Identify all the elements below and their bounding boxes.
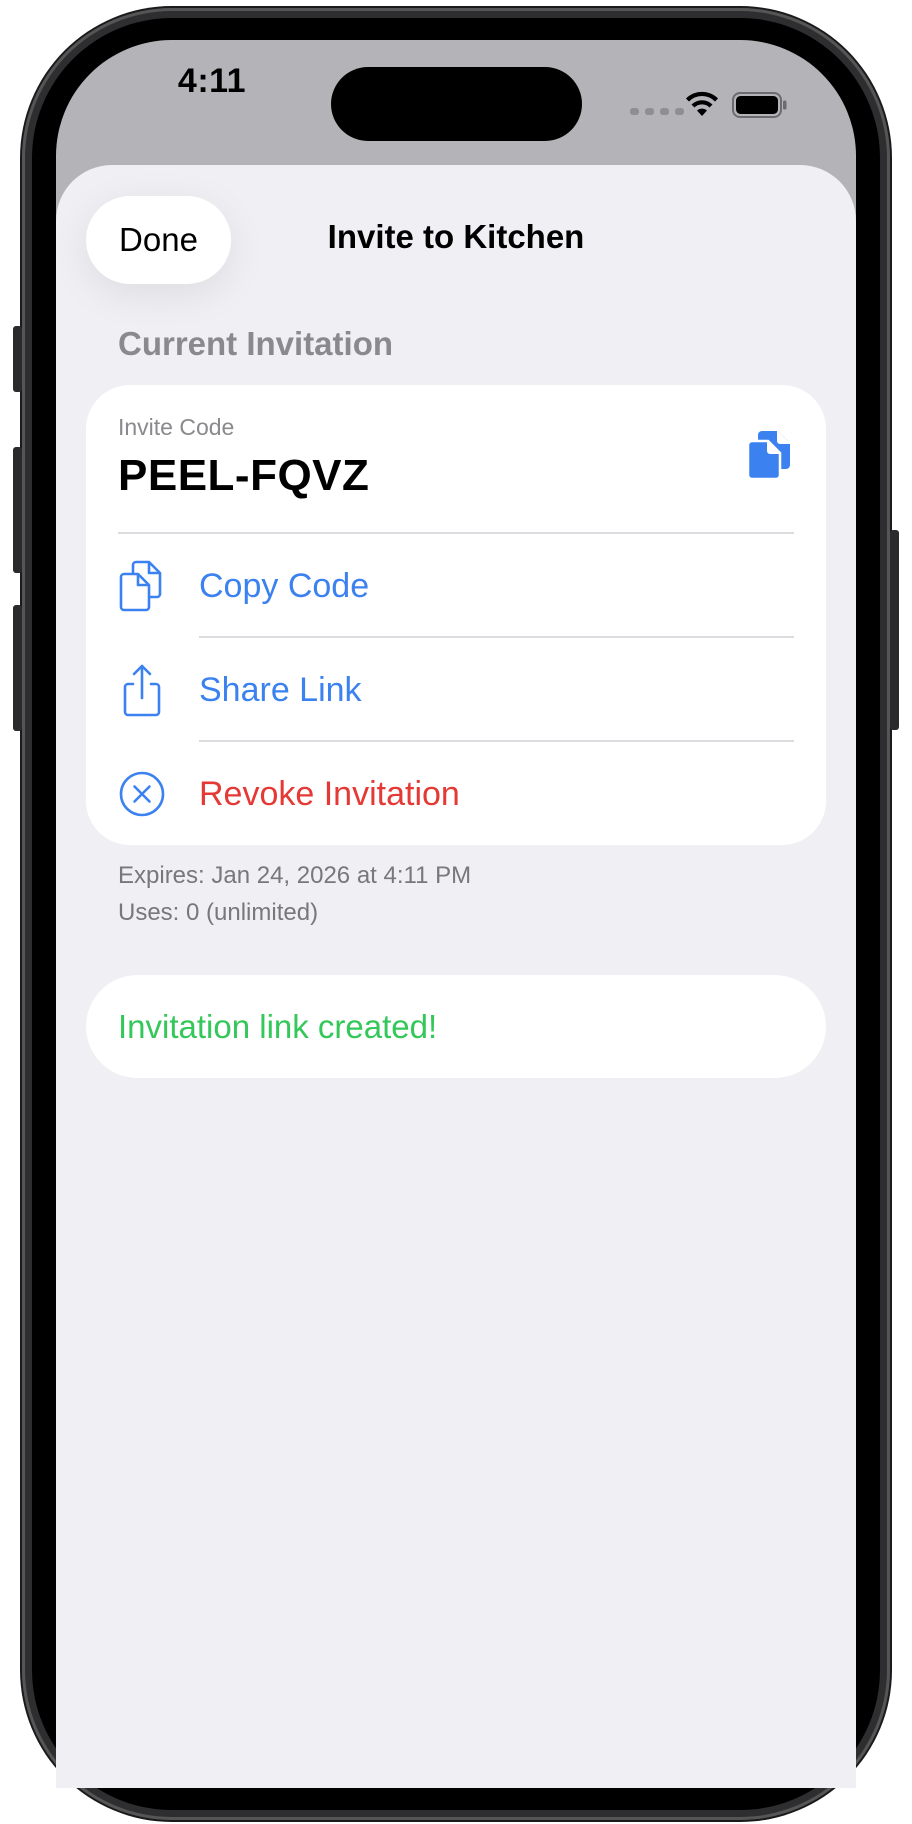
revoke-invitation-label: Revoke Invitation — [199, 775, 460, 813]
copy-code-row[interactable]: Copy Code — [86, 534, 826, 638]
volume-up-button — [13, 447, 22, 573]
action-button — [13, 326, 22, 392]
doc-on-doc-icon — [119, 560, 162, 612]
dynamic-island — [331, 67, 582, 141]
sheet-title: Invite to Kitchen — [327, 218, 585, 255]
copy-code-label: Copy Code — [199, 567, 370, 605]
success-banner: Invitation link created! — [86, 975, 826, 1078]
xmark-circle-icon — [119, 771, 165, 817]
share-link-row[interactable]: Share Link — [86, 638, 826, 742]
done-button[interactable]: Done — [86, 196, 231, 284]
revoke-invitation-row[interactable]: Revoke Invitation — [86, 742, 826, 846]
doc-on-doc-fill-icon[interactable] — [746, 429, 792, 481]
cellular-signal-icon — [630, 108, 684, 115]
expires-text: Expires: Jan 24, 2026 at 4:11 PM — [118, 862, 472, 889]
success-message: Invitation link created! — [118, 1008, 438, 1045]
battery-icon — [732, 92, 787, 118]
invitation-card: Invite Code PEEL-FQVZ Copy Code Share Li… — [86, 385, 826, 845]
wifi-icon — [686, 91, 718, 116]
share-icon — [123, 664, 161, 717]
volume-down-button — [13, 605, 22, 731]
section-header-current-invitation: Current Invitation — [118, 325, 394, 362]
uses-text: Uses: 0 (unlimited) — [118, 899, 319, 926]
status-time: 4:11 — [177, 62, 247, 100]
invite-code-value: PEEL-FQVZ — [118, 451, 370, 500]
power-button — [890, 530, 899, 730]
share-link-label: Share Link — [199, 671, 362, 709]
invite-code-label: Invite Code — [118, 414, 235, 440]
